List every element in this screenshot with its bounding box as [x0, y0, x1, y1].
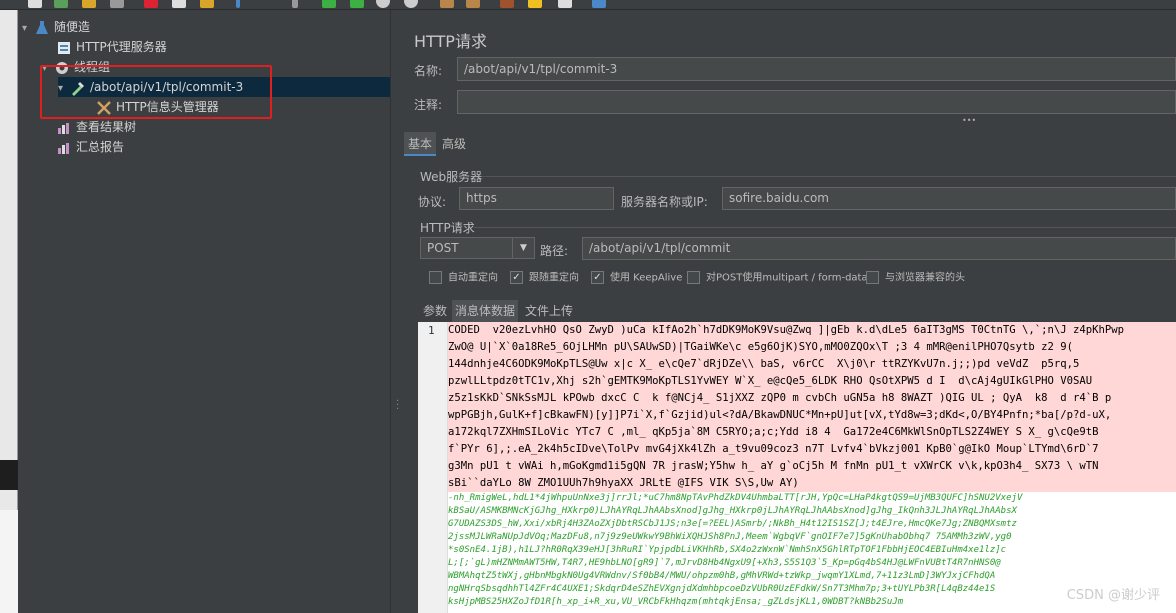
- collapse-handle[interactable]: •••: [962, 116, 976, 125]
- path-field[interactable]: /abot/api/v1/tpl/commit: [582, 237, 1176, 260]
- name-label: 名称:: [414, 64, 443, 78]
- start-icon[interactable]: [322, 0, 336, 8]
- search-icon[interactable]: [500, 0, 514, 8]
- code-line-string: 2jssMJLWRaNUpJdVOq;MazDFu8,n7j9z9eUWkwY9…: [448, 531, 1176, 544]
- save-icon[interactable]: [110, 0, 124, 8]
- toolbar: [0, 0, 1176, 10]
- tree-node-http-proxy[interactable]: HTTP代理服务器: [56, 37, 167, 57]
- paste-icon[interactable]: [200, 0, 214, 8]
- checkbox-keepalive[interactable]: ✓ 使用 KeepAlive: [591, 271, 682, 286]
- server-label: 服务器名称或IP:: [621, 195, 708, 209]
- tree-node-results-tree[interactable]: 查看结果树: [56, 117, 136, 137]
- background-window-strip: [0, 10, 18, 613]
- line-number: 1: [428, 324, 435, 337]
- reset-search-icon[interactable]: [528, 0, 542, 8]
- new-icon[interactable]: [28, 0, 42, 8]
- code-line: pzwlLLtpdz0tTC1v,Xhj s2h`gEMTK9MoKpTLS1Y…: [448, 373, 1176, 390]
- code-line: z5z1sKkD`SNkSsMJL kPOwb dxcC C k f@NCj4_…: [448, 390, 1176, 407]
- tree-node-label: 随便造: [54, 20, 91, 34]
- comment-label: 注释:: [414, 98, 443, 112]
- toggle-icon[interactable]: [292, 0, 298, 8]
- code-line: 144dnhje4C6ODK9MoKpTLS@Uw x|c X_ e\cQe7`…: [448, 356, 1176, 373]
- shutdown-icon[interactable]: [404, 0, 418, 8]
- code-line: a172kql7ZXHmSILoVic YTc7 C ,ml_ qKp5ja`8…: [448, 424, 1176, 441]
- web-server-group-label: Web服务器: [420, 170, 483, 184]
- chevron-down-icon[interactable]: ▾: [22, 19, 34, 39]
- code-line-string: *s0SnE4.1jB),h1LJ?hR0RqX39eHJ[3hRuRI`Ypj…: [448, 544, 1176, 557]
- checkbox-box[interactable]: [866, 271, 879, 284]
- tab-file-upload[interactable]: 文件上传: [522, 300, 576, 322]
- name-field[interactable]: /abot/api/v1/tpl/commit-3: [457, 57, 1176, 81]
- code-line: sBi``daYLo 8W ZMO1UUh7h9hyaXX JRLtE @IFS…: [448, 475, 1176, 492]
- http-request-group-label: HTTP请求: [420, 221, 475, 235]
- checkbox-auto-redirect[interactable]: 自动重定向: [429, 271, 498, 286]
- split-pane-divider[interactable]: · · ·: [390, 10, 404, 613]
- checkbox-label: 跟随重定向: [529, 272, 579, 284]
- flask-icon: [36, 20, 48, 34]
- line-number-gutter: 1: [418, 322, 448, 613]
- code-line: ZwO@ U|`X`0a18Re5_6OjLHMn pU\SAUwSD)|TGa…: [448, 339, 1176, 356]
- expand-icon[interactable]: [236, 0, 240, 8]
- tree-node-label: HTTP代理服务器: [76, 40, 167, 54]
- config-tabs: 基本 高级: [404, 132, 1176, 156]
- stop-icon[interactable]: [376, 0, 390, 8]
- checkbox-label: 对POST使用multipart / form-data: [706, 272, 868, 284]
- clear-icon[interactable]: [440, 0, 454, 8]
- tab-parameters[interactable]: 参数: [420, 300, 450, 322]
- code-line: CODED v20ezLvhHO QsO ZwyD )uCa kIfAo2h`h…: [448, 322, 1176, 339]
- path-label: 路径:: [540, 244, 569, 258]
- tab-body-data[interactable]: 消息体数据: [452, 300, 519, 322]
- code-line: g3Mn pU1 t vWAi h,mGoKgmd1i5gQN 7R jrasW…: [448, 458, 1176, 475]
- chart-icon: [58, 142, 69, 154]
- chart-icon: [58, 122, 69, 134]
- body-data-editor[interactable]: 1 CODED v20ezLvhHO QsO ZwyD )uCa kIfAo2h…: [418, 322, 1176, 613]
- tree-node-summary-report[interactable]: 汇总报告: [56, 137, 124, 157]
- code-line-string: G7UDAZS3DS_hW,Xxi/xbRj4H3ZAoZXjDbtRSCbJ1…: [448, 518, 1176, 531]
- protocol-label: 协议:: [418, 195, 447, 209]
- watermark: CSDN @谢少评: [1066, 588, 1160, 603]
- tree-node-label: 汇总报告: [76, 140, 125, 154]
- check-icon[interactable]: ✓: [510, 271, 523, 284]
- code-line-string: -nh_RmigWeL,hdL1*4jWhpuUnNxe3j]rrJl;*uC7…: [448, 492, 1176, 505]
- open-icon[interactable]: [82, 0, 96, 8]
- code-line: wpPGBjh,GulK+f]cBkawFN)[y]]P7i`X,f`Gzjid…: [448, 407, 1176, 424]
- clear-all-icon[interactable]: [466, 0, 480, 8]
- check-icon[interactable]: ✓: [591, 271, 604, 284]
- tab-basic[interactable]: 基本: [404, 132, 437, 156]
- checkbox-label: 与浏览器兼容的头: [885, 272, 965, 284]
- checkbox-label: 使用 KeepAlive: [610, 272, 683, 284]
- comment-field[interactable]: [457, 90, 1176, 114]
- chevron-down-icon[interactable]: ▼: [512, 238, 534, 258]
- tree-node-test-plan[interactable]: ▾ 随便造: [22, 17, 90, 37]
- protocol-field[interactable]: https: [459, 187, 614, 210]
- function-helper-icon[interactable]: [558, 0, 572, 8]
- copy-icon[interactable]: [172, 0, 186, 8]
- checkbox-box[interactable]: [687, 271, 700, 284]
- server-field[interactable]: sofire.baidu.com: [722, 187, 1176, 210]
- help-icon[interactable]: [592, 0, 606, 8]
- checkbox-box[interactable]: [429, 271, 442, 284]
- method-select[interactable]: POST ▼: [420, 237, 535, 259]
- checkbox-label: 自动重定向: [448, 272, 498, 284]
- checkbox-browser-headers[interactable]: 与浏览器兼容的头: [866, 271, 965, 286]
- proxy-server-icon: [58, 41, 70, 54]
- method-value: POST: [427, 241, 459, 255]
- highlight-annotation-box: [40, 65, 272, 119]
- body-data-text[interactable]: CODED v20ezLvhHO QsO ZwyD )uCa kIfAo2h`h…: [448, 322, 1176, 613]
- code-line-string: L;[;`gL)mHZNMmAWT5HW,T4R7,HE9hbLNO[gR9]`…: [448, 557, 1176, 570]
- start-no-pause-icon[interactable]: [350, 0, 364, 8]
- checkbox-follow-redirect[interactable]: ✓ 跟随重定向: [510, 271, 579, 286]
- code-line-string: WBMAhqtZ5tWXj,gHbnMbgkN0Ug4VRWdnv/Sf0bB4…: [448, 570, 1176, 583]
- code-line: f`PYr 6],;.eA_2k4h5cIDve\TolPv mvG4jXk4l…: [448, 441, 1176, 458]
- http-request-panel: HTTP请求 名称: /abot/api/v1/tpl/commit-3 注释:…: [404, 10, 1176, 613]
- tree-node-label: 查看结果树: [76, 120, 137, 134]
- checkbox-multipart[interactable]: 对POST使用multipart / form-data: [687, 271, 868, 286]
- cut-icon[interactable]: [144, 0, 158, 8]
- tab-advanced[interactable]: 高级: [438, 132, 470, 156]
- panel-title: HTTP请求: [414, 32, 487, 51]
- template-icon[interactable]: [54, 0, 68, 8]
- code-line-string: kBSaU/ASMKBMNcKjGJhg_HXkrp0)LJhAYRqLJhAA…: [448, 505, 1176, 518]
